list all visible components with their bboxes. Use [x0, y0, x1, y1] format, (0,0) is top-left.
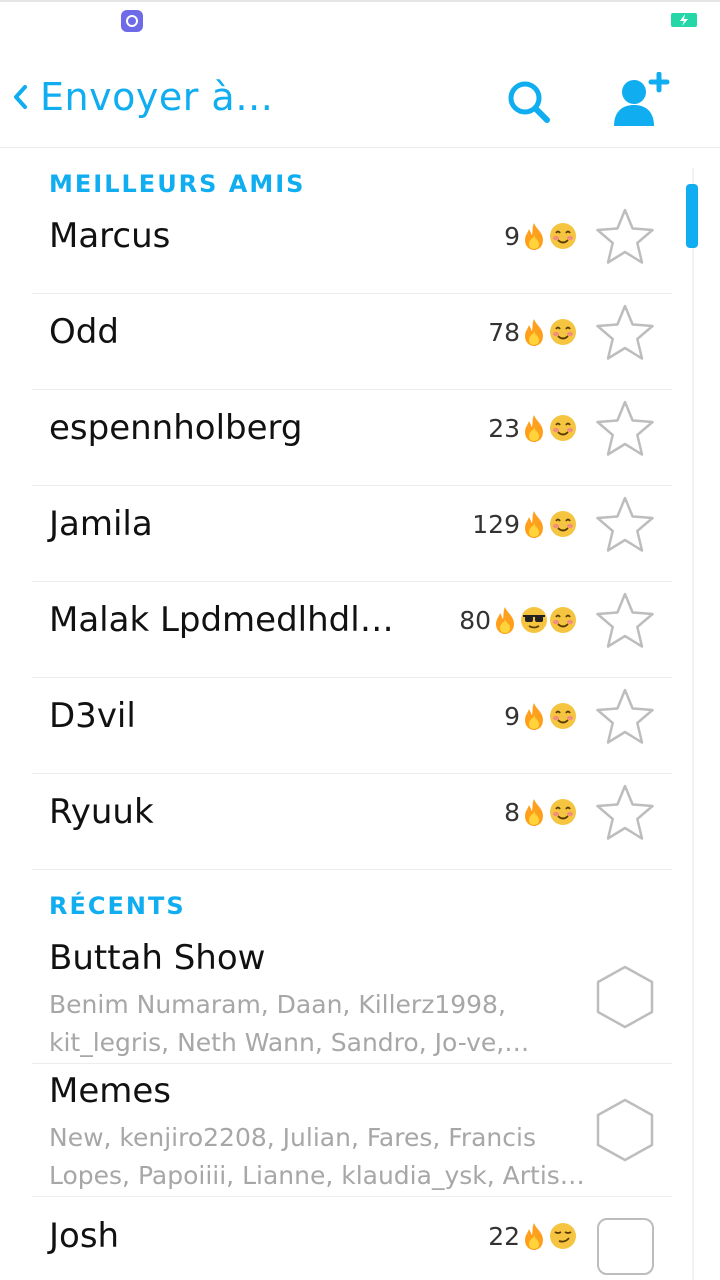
chevron-left-icon [14, 85, 27, 109]
friend-name: D3vil [49, 696, 136, 736]
fire-icon [519, 509, 549, 539]
smile-icon [548, 797, 578, 827]
friend-name: Malak Lpdmedlhdl… [49, 600, 394, 640]
star-button[interactable] [594, 206, 656, 268]
star-icon [596, 208, 654, 264]
friend-name: espennholberg [49, 408, 303, 448]
streak-count: 80 [459, 605, 491, 635]
smirk-icon [548, 1221, 578, 1251]
group-members: Benim Numaram, Daan, Killerz1998, kit_le… [49, 990, 530, 1057]
streak-count: 129 [472, 509, 520, 539]
fire-icon [519, 797, 549, 827]
friend-row[interactable]: Ryuuk 8 [32, 774, 672, 870]
scrollbar-thumb[interactable] [686, 184, 698, 248]
star-button[interactable] [594, 686, 656, 748]
add-friend-button[interactable] [612, 71, 670, 128]
friend-row[interactable]: Odd 78 [32, 294, 672, 390]
fire-icon [519, 1221, 549, 1251]
smile-icon [548, 413, 578, 443]
smile-icon [548, 509, 578, 539]
streak-count: 78 [488, 317, 520, 347]
friend-streak: 9 [504, 698, 578, 734]
group-members: New, kenjiro2208, Julian, Fares, Francis… [49, 1123, 585, 1190]
search-icon [508, 81, 550, 123]
recipient-list[interactable]: MEILLEURS AMIS Marcus 9 Odd 78 espennhol… [0, 148, 720, 1280]
page-title: Envoyer à… [40, 75, 274, 119]
star-button[interactable] [594, 398, 656, 460]
friend-streak: 129 [472, 506, 578, 542]
smile-icon [548, 317, 578, 347]
friend-row[interactable]: Marcus 9 [32, 198, 672, 294]
streak-count: 22 [488, 1221, 520, 1251]
star-icon [596, 400, 654, 456]
star-icon [596, 784, 654, 840]
group-name: Memes [49, 1071, 172, 1111]
friend-name: Marcus [49, 216, 171, 256]
notification-app-icon [121, 10, 143, 32]
fire-icon [519, 221, 549, 251]
friend-row[interactable]: espennholberg 23 [32, 390, 672, 486]
fire-icon [519, 317, 549, 347]
search-button[interactable] [505, 78, 553, 126]
star-icon [596, 688, 654, 744]
group-name: Buttah Show [49, 938, 266, 978]
group-row[interactable]: Buttah Show Benim Numaram, Daan, Killerz… [32, 932, 672, 1064]
friend-row[interactable]: Jamila 129 [32, 486, 672, 582]
star-icon [596, 592, 654, 648]
header: Envoyer à… [0, 36, 720, 148]
hexagon-icon [596, 965, 654, 1029]
group-select-button[interactable] [594, 1097, 656, 1163]
select-checkbox[interactable] [597, 1218, 654, 1275]
friend-row[interactable]: D3vil 9 [32, 678, 672, 774]
streak-count: 23 [488, 413, 520, 443]
hexagon-icon [596, 1098, 654, 1162]
battery-charging-icon [671, 13, 697, 27]
group-select-button[interactable] [594, 964, 656, 1030]
smile-icon [548, 221, 578, 251]
back-button[interactable]: Envoyer à… [10, 72, 274, 122]
group-row[interactable]: Memes New, kenjiro2208, Julian, Fares, F… [32, 1065, 672, 1197]
fire-icon [519, 701, 549, 731]
star-button[interactable] [594, 590, 656, 652]
star-button[interactable] [594, 302, 656, 364]
section-header-best-friends: MEILLEURS AMIS [49, 170, 306, 198]
smile-icon [548, 701, 578, 731]
friend-streak: 9 [504, 218, 578, 254]
friend-name: Odd [49, 312, 119, 352]
star-icon [596, 304, 654, 360]
status-bar [0, 0, 720, 36]
sunglasses-icon [519, 605, 549, 635]
friend-row[interactable]: Josh 22 [32, 1198, 672, 1280]
streak-count: 8 [504, 797, 520, 827]
friend-streak: 80 [459, 602, 578, 638]
add-friend-icon [614, 71, 670, 126]
scrollbar-track [692, 168, 694, 1280]
streak-count: 9 [504, 701, 520, 731]
friend-streak: 23 [488, 410, 578, 446]
star-button[interactable] [594, 494, 656, 556]
section-header-recents: RÉCENTS [49, 892, 186, 920]
friend-streak: 22 [488, 1218, 578, 1254]
smile-icon [548, 605, 578, 635]
friend-name: Jamila [49, 504, 153, 544]
friend-name: Ryuuk [49, 792, 154, 832]
friend-streak: 8 [504, 794, 578, 830]
friend-streak: 78 [488, 314, 578, 350]
star-button[interactable] [594, 782, 656, 844]
streak-count: 9 [504, 221, 520, 251]
fire-icon [490, 605, 520, 635]
star-icon [596, 496, 654, 552]
friend-name: Josh [49, 1216, 120, 1256]
friend-row[interactable]: Malak Lpdmedlhdl… 80 [32, 582, 672, 678]
fire-icon [519, 413, 549, 443]
